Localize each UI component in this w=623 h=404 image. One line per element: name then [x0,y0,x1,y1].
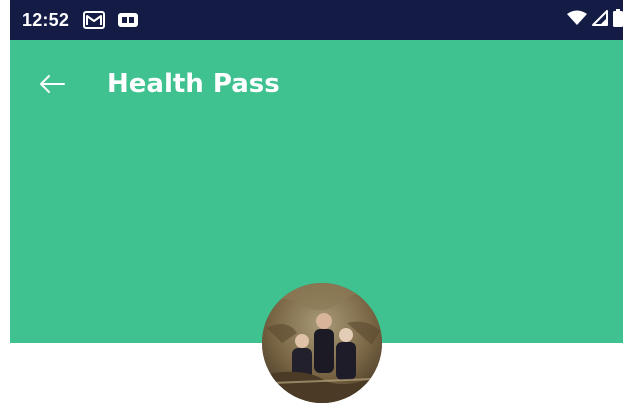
status-time: 12:52 [22,9,70,30]
gmail-icon [83,11,106,29]
status-bar: 12:52 [10,0,623,40]
profile-photo [262,283,382,403]
page-title: Health Pass [107,69,280,99]
avatar[interactable] [262,283,382,403]
battery-icon [613,9,623,31]
cell-signal-icon [592,10,608,30]
notification-badge-icon [117,12,139,28]
status-indicators [567,0,623,40]
back-button[interactable] [32,64,72,104]
arrow-left-icon [40,75,65,93]
wifi-icon [567,10,587,30]
phone-screen: 12:52 Health Pass [0,0,623,404]
